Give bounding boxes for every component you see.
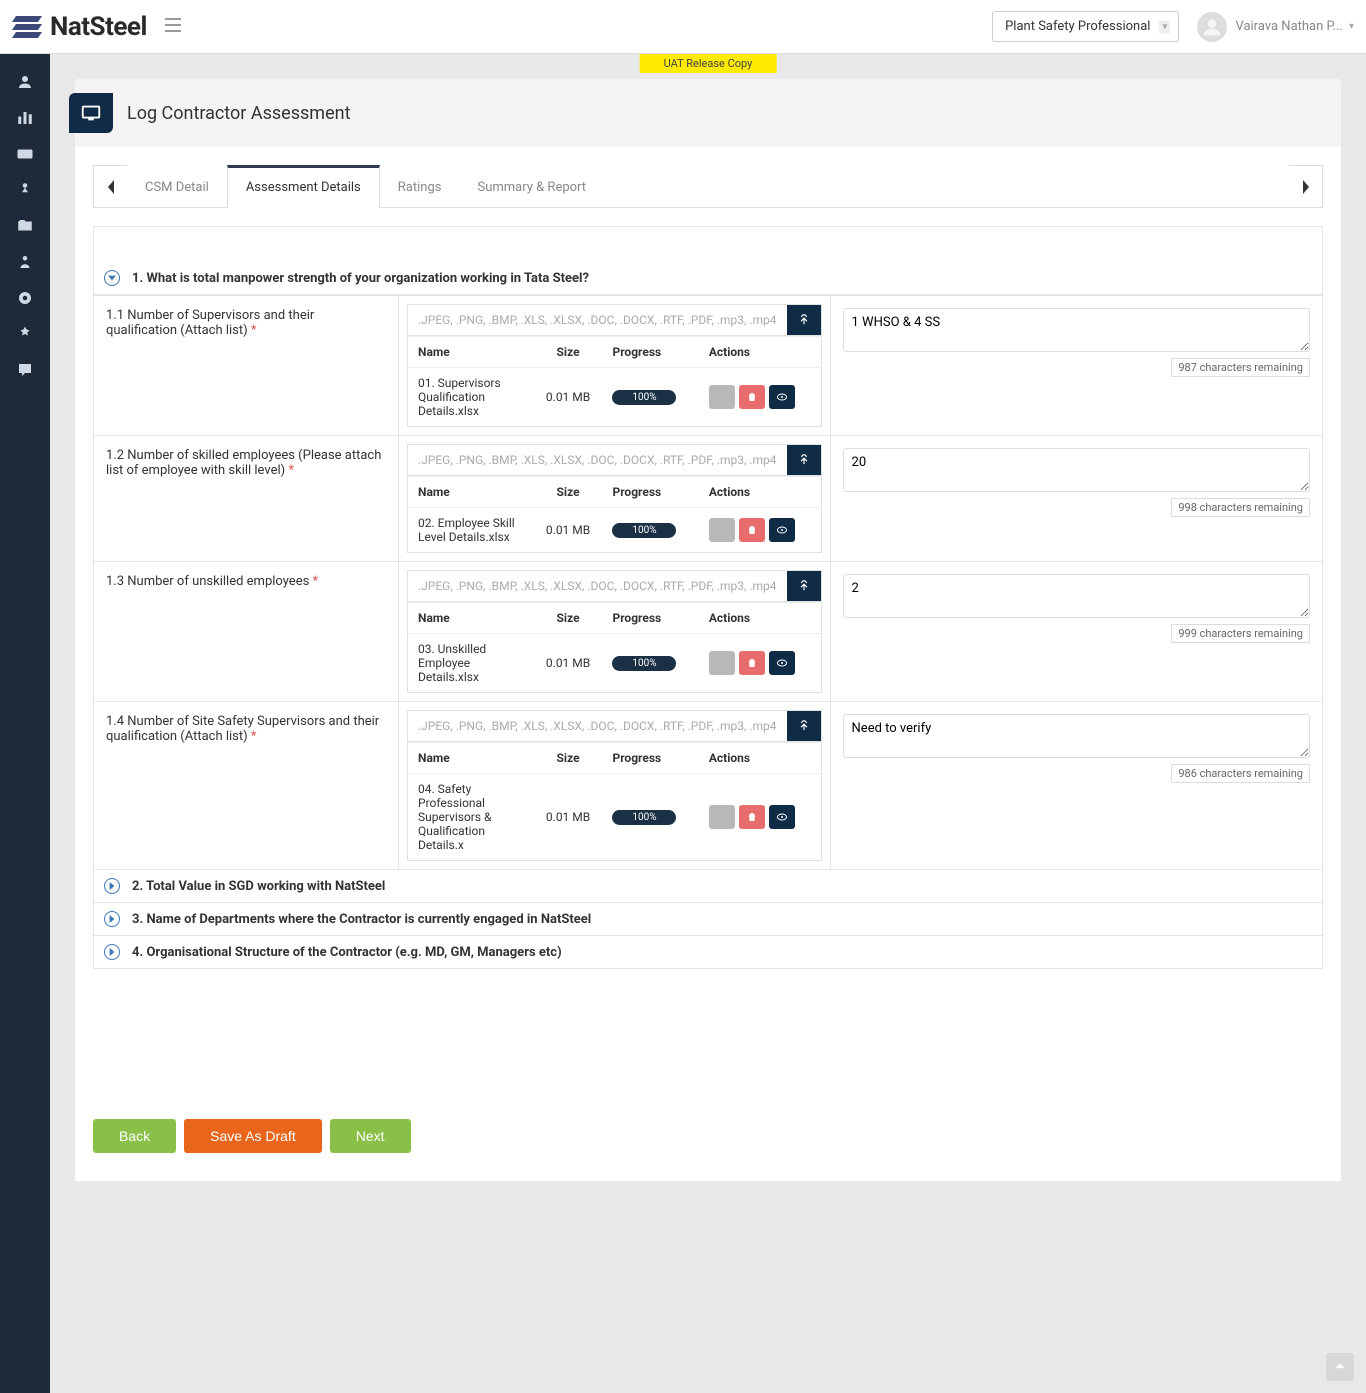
char-remaining: 986 characters remaining bbox=[1171, 764, 1310, 783]
side-nav bbox=[0, 54, 50, 1393]
file-progress: 100% bbox=[612, 656, 676, 671]
menu-toggle-icon[interactable] bbox=[165, 18, 181, 36]
delete-icon[interactable] bbox=[739, 651, 765, 675]
attach-button[interactable] bbox=[787, 711, 821, 741]
tab-prev-button[interactable] bbox=[93, 165, 127, 208]
section-4-header[interactable]: 4. Organisational Structure of the Contr… bbox=[93, 936, 1323, 969]
section-1-header[interactable]: 1. What is total manpower strength of yo… bbox=[93, 262, 1323, 295]
upload-hint: .JPEG, .PNG, .BMP, .XLS, .XLSX, .DOC, .D… bbox=[408, 445, 787, 475]
tab-summary-report[interactable]: Summary & Report bbox=[459, 165, 604, 208]
question-row: 1.3 Number of unskilled employees * .JPE… bbox=[94, 562, 1323, 702]
delete-icon[interactable] bbox=[739, 805, 765, 829]
char-remaining: 987 characters remaining bbox=[1171, 358, 1310, 377]
char-remaining: 998 characters remaining bbox=[1171, 498, 1310, 517]
role-dropdown[interactable]: Plant Safety Professional bbox=[992, 11, 1179, 42]
uat-banner: UAT Release Copy bbox=[640, 54, 777, 73]
file-name: 03. Unskilled Employee Details.xlsx bbox=[408, 634, 534, 693]
nav-item-7[interactable] bbox=[0, 280, 50, 316]
file-size: 0.01 MB bbox=[534, 774, 603, 861]
brand-logo: NatSteel bbox=[12, 12, 147, 42]
file-size: 0.01 MB bbox=[534, 634, 603, 693]
user-name: Vairava Nathan P... bbox=[1235, 19, 1343, 34]
topbar: NatSteel Plant Safety Professional Vaira… bbox=[0, 0, 1366, 54]
download-icon[interactable] bbox=[709, 518, 735, 542]
upload-hint: .JPEG, .PNG, .BMP, .XLS, .XLSX, .DOC, .D… bbox=[408, 711, 787, 741]
answer-input[interactable] bbox=[843, 308, 1310, 352]
attach-button[interactable] bbox=[787, 571, 821, 601]
nav-item-4[interactable] bbox=[0, 172, 50, 208]
expand-icon bbox=[104, 944, 120, 960]
nav-item-2[interactable] bbox=[0, 100, 50, 136]
file-size: 0.01 MB bbox=[534, 508, 603, 553]
expand-icon bbox=[104, 911, 120, 927]
file-name: 04. Safety Professional Supervisors & Qu… bbox=[408, 774, 534, 861]
question-row: 1.4 Number of Site Safety Supervisors an… bbox=[94, 702, 1323, 870]
view-icon[interactable] bbox=[769, 385, 795, 409]
avatar-icon bbox=[1197, 12, 1227, 42]
file-progress: 100% bbox=[612, 810, 676, 825]
nav-item-8[interactable] bbox=[0, 316, 50, 352]
file-progress: 100% bbox=[612, 523, 676, 538]
upload-hint: .JPEG, .PNG, .BMP, .XLS, .XLSX, .DOC, .D… bbox=[408, 571, 787, 601]
scroll-top-button[interactable] bbox=[1326, 1353, 1354, 1381]
view-icon[interactable] bbox=[769, 518, 795, 542]
section-2-header[interactable]: 2. Total Value in SGD working with NatSt… bbox=[93, 870, 1323, 903]
download-icon[interactable] bbox=[709, 805, 735, 829]
delete-icon[interactable] bbox=[739, 518, 765, 542]
page-header: Log Contractor Assessment bbox=[74, 78, 1342, 147]
nav-item-5[interactable] bbox=[0, 208, 50, 244]
tab-assessment-details[interactable]: Assessment Details bbox=[227, 165, 380, 208]
question-row: 1.1 Number of Supervisors and their qual… bbox=[94, 296, 1323, 436]
user-menu[interactable]: Vairava Nathan P... bbox=[1197, 12, 1354, 42]
nav-item-9[interactable] bbox=[0, 352, 50, 388]
tab-next-button[interactable] bbox=[1289, 165, 1323, 208]
file-size: 0.01 MB bbox=[534, 368, 603, 427]
tab-csm-detail[interactable]: CSM Detail bbox=[127, 165, 227, 208]
nav-item-1[interactable] bbox=[0, 64, 50, 100]
section-3-header[interactable]: 3. Name of Departments where the Contrac… bbox=[93, 903, 1323, 936]
file-name: 01. Supervisors Qualification Details.xl… bbox=[408, 368, 534, 427]
page-icon bbox=[69, 93, 113, 133]
collapse-icon bbox=[104, 270, 120, 286]
view-icon[interactable] bbox=[769, 805, 795, 829]
answer-input[interactable] bbox=[843, 714, 1310, 758]
nav-item-3[interactable] bbox=[0, 136, 50, 172]
spacer-box bbox=[93, 226, 1323, 262]
attach-button[interactable] bbox=[787, 305, 821, 335]
tabs-row: CSM Detail Assessment Details Ratings Su… bbox=[93, 165, 1323, 208]
answer-input[interactable] bbox=[843, 574, 1310, 618]
char-remaining: 999 characters remaining bbox=[1171, 624, 1310, 643]
file-progress: 100% bbox=[612, 390, 676, 405]
delete-icon[interactable] bbox=[739, 385, 765, 409]
download-icon[interactable] bbox=[709, 651, 735, 675]
next-button[interactable]: Next bbox=[330, 1119, 411, 1153]
page-title: Log Contractor Assessment bbox=[127, 103, 350, 124]
view-icon[interactable] bbox=[769, 651, 795, 675]
upload-hint: .JPEG, .PNG, .BMP, .XLS, .XLSX, .DOC, .D… bbox=[408, 305, 787, 335]
tab-ratings[interactable]: Ratings bbox=[380, 165, 460, 208]
question-row: 1.2 Number of skilled employees (Please … bbox=[94, 436, 1323, 562]
attach-button[interactable] bbox=[787, 445, 821, 475]
save-draft-button[interactable]: Save As Draft bbox=[184, 1119, 322, 1153]
expand-icon bbox=[104, 878, 120, 894]
download-icon[interactable] bbox=[709, 385, 735, 409]
nav-item-6[interactable] bbox=[0, 244, 50, 280]
back-button[interactable]: Back bbox=[93, 1119, 176, 1153]
answer-input[interactable] bbox=[843, 448, 1310, 492]
file-name: 02. Employee Skill Level Details.xlsx bbox=[408, 508, 534, 553]
